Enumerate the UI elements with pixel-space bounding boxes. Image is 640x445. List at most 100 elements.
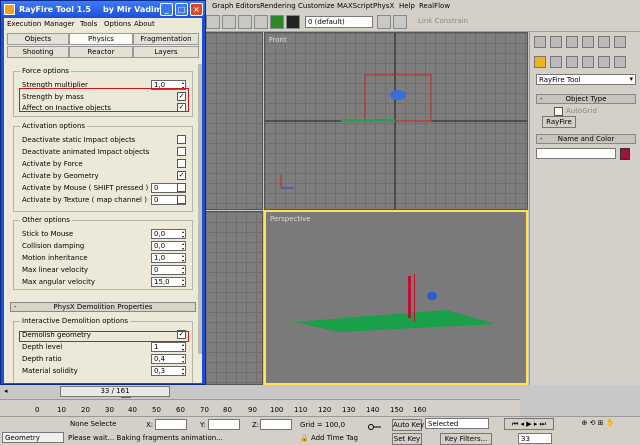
menu-help[interactable]: Help xyxy=(399,2,415,10)
activate-by-mouse-checkbox[interactable] xyxy=(177,183,186,192)
activate-by-geometry-checkbox[interactable]: ✓ xyxy=(177,171,186,180)
timeline-ruler[interactable]: 0 10 20 30 40 50 60 70 80 90 100 110 120… xyxy=(0,399,520,416)
motion-tab-icon[interactable] xyxy=(582,36,594,48)
window-author: by Mir Vadim xyxy=(103,5,163,14)
menu-execution[interactable]: Execution xyxy=(7,20,41,28)
physx-demolition-rollout[interactable]: - PhysX Demolition Properties xyxy=(10,302,196,312)
hierarchy-tab-icon[interactable] xyxy=(566,36,578,48)
object-name-field[interactable] xyxy=(536,148,616,159)
y-coordinate-field[interactable] xyxy=(208,419,240,430)
frame-counter[interactable]: 33 / 161 xyxy=(60,386,170,397)
depth-level-spinner[interactable]: 1 xyxy=(151,342,186,352)
layer-dropdown[interactable]: 0 (default) xyxy=(305,16,373,28)
max-angular-velocity-spinner[interactable]: 15,0 xyxy=(151,277,186,287)
utilities-tab-icon[interactable] xyxy=(614,36,626,48)
activate-by-texture-checkbox[interactable] xyxy=(177,195,186,204)
create-tab-icon[interactable] xyxy=(534,36,546,48)
menu-manager[interactable]: Manager xyxy=(44,20,75,28)
deactivate-animated-checkbox[interactable] xyxy=(177,147,186,156)
key-filters-button[interactable]: Key Filters... xyxy=(440,433,492,445)
lights-icon[interactable] xyxy=(566,56,578,68)
viewport-left[interactable] xyxy=(205,211,263,385)
rayfire-scrollbar[interactable] xyxy=(198,64,202,354)
stick-to-mouse-label: Stick to Mouse xyxy=(22,230,74,238)
viewport-top[interactable] xyxy=(205,32,263,210)
max-linear-velocity-spinner[interactable]: 0 xyxy=(151,265,186,275)
menu-tools[interactable]: Tools xyxy=(80,20,97,28)
shapes-icon[interactable] xyxy=(550,56,562,68)
rayfire-button[interactable]: RayFire xyxy=(542,116,576,128)
stick-to-mouse-spinner[interactable]: 0,0 xyxy=(151,229,186,239)
tab-physics[interactable]: Physics xyxy=(69,33,133,45)
menu-options[interactable]: Options xyxy=(104,20,131,28)
prev-frame-icon[interactable]: ◂ xyxy=(4,387,8,395)
command-panel: RayFire Tool ▾ - Object Type AutoGrid Ray… xyxy=(529,32,640,397)
link-constrain-label[interactable]: Link Constrain xyxy=(418,17,468,25)
layer-color-icon[interactable] xyxy=(270,15,284,29)
depth-ratio-spinner[interactable]: 0,4 xyxy=(151,354,186,364)
menu-customize[interactable]: Customize xyxy=(298,2,335,10)
key-mode-dropdown[interactable]: Selected xyxy=(425,418,489,429)
activate-by-force-checkbox[interactable] xyxy=(177,159,186,168)
maximize-icon[interactable]: □ xyxy=(175,3,188,16)
rayfire-titlebar[interactable]: RayFire Tool 1.5 by Mir Vadim _ □ × xyxy=(1,1,205,18)
key-icon[interactable] xyxy=(368,423,382,431)
x-coordinate-field[interactable] xyxy=(155,419,187,430)
spacewarps-icon[interactable] xyxy=(614,56,626,68)
material-solidity-spinner[interactable]: 0,3 xyxy=(151,366,186,376)
menu-maxscript[interactable]: MAXScript xyxy=(337,2,373,10)
grid-status: Grid = 100,0 xyxy=(300,421,346,429)
set-key-button[interactable]: Set Key xyxy=(392,433,422,445)
geometry-icon[interactable] xyxy=(534,56,546,68)
tab-fragmentation[interactable]: Fragmentation xyxy=(133,33,199,45)
layer-manager-icon[interactable] xyxy=(286,15,300,29)
maxscript-listener[interactable]: Geometry xyxy=(2,432,64,443)
depth-ratio-label: Depth ratio xyxy=(22,355,62,363)
menu-realflow[interactable]: RealFlow xyxy=(419,2,450,10)
x-label: X: xyxy=(146,421,154,429)
select-tool-icon[interactable] xyxy=(206,15,220,29)
playback-controls[interactable]: ⏮ ◂ ▶ ▸ ⏭ xyxy=(504,418,554,430)
category-dropdown[interactable]: RayFire Tool ▾ xyxy=(536,74,636,85)
rayfire-menu-bar: Execution Manager Tools Options About xyxy=(4,18,202,30)
close-icon[interactable]: × xyxy=(190,3,203,16)
display-tab-icon[interactable] xyxy=(598,36,610,48)
menu-physx[interactable]: PhysX xyxy=(373,2,394,10)
angle-snap-icon[interactable] xyxy=(393,15,407,29)
scale-tool-icon[interactable] xyxy=(254,15,268,29)
autogrid-checkbox[interactable] xyxy=(554,107,563,116)
z-coordinate-field[interactable] xyxy=(260,419,292,430)
menu-graph-editors[interactable]: Graph Editors xyxy=(212,2,260,10)
y-label: Y: xyxy=(200,421,206,429)
add-time-tag-button[interactable]: 🔒 Add Time Tag xyxy=(300,433,360,445)
viewport-perspective[interactable]: Perspective xyxy=(264,210,528,385)
cameras-icon[interactable] xyxy=(582,56,594,68)
viewport-front[interactable]: Front xyxy=(264,32,528,210)
auto-key-button[interactable]: Auto Key xyxy=(392,419,424,431)
group-title: Activation options xyxy=(20,122,88,130)
motion-inheritance-spinner[interactable]: 1,0 xyxy=(151,253,186,263)
helpers-icon[interactable] xyxy=(598,56,610,68)
object-color-swatch[interactable] xyxy=(620,148,630,160)
rotate-tool-icon[interactable] xyxy=(238,15,252,29)
activation-options-group: Activation options Deactivate static Imp… xyxy=(13,122,193,212)
tab-layers[interactable]: Layers xyxy=(133,46,199,58)
tab-reactor[interactable]: Reactor xyxy=(69,46,133,58)
viewport-nav-icons[interactable]: ⊕ ⟲ ⊞ ✋ xyxy=(560,418,636,430)
menu-about[interactable]: About xyxy=(134,20,155,28)
object-type-rollout[interactable]: - Object Type xyxy=(536,94,636,104)
name-color-rollout[interactable]: - Name and Color xyxy=(536,134,636,144)
tab-shooting[interactable]: Shooting xyxy=(7,46,69,58)
deactivate-static-checkbox[interactable] xyxy=(177,135,186,144)
max-linear-velocity-label: Max linear velocity xyxy=(22,266,89,274)
move-tool-icon[interactable] xyxy=(222,15,236,29)
minimize-icon[interactable]: _ xyxy=(160,3,173,16)
snap-icon[interactable] xyxy=(377,15,391,29)
collision-damping-spinner[interactable]: 0,0 xyxy=(151,241,186,251)
frame-field[interactable]: 33 xyxy=(518,433,552,444)
tab-objects[interactable]: Objects xyxy=(7,33,69,45)
menu-rendering[interactable]: Rendering xyxy=(260,2,296,10)
group-title: Other options xyxy=(20,216,72,224)
activation-item-label: Deactivate animated Impact objects xyxy=(22,148,150,156)
modify-tab-icon[interactable] xyxy=(550,36,562,48)
